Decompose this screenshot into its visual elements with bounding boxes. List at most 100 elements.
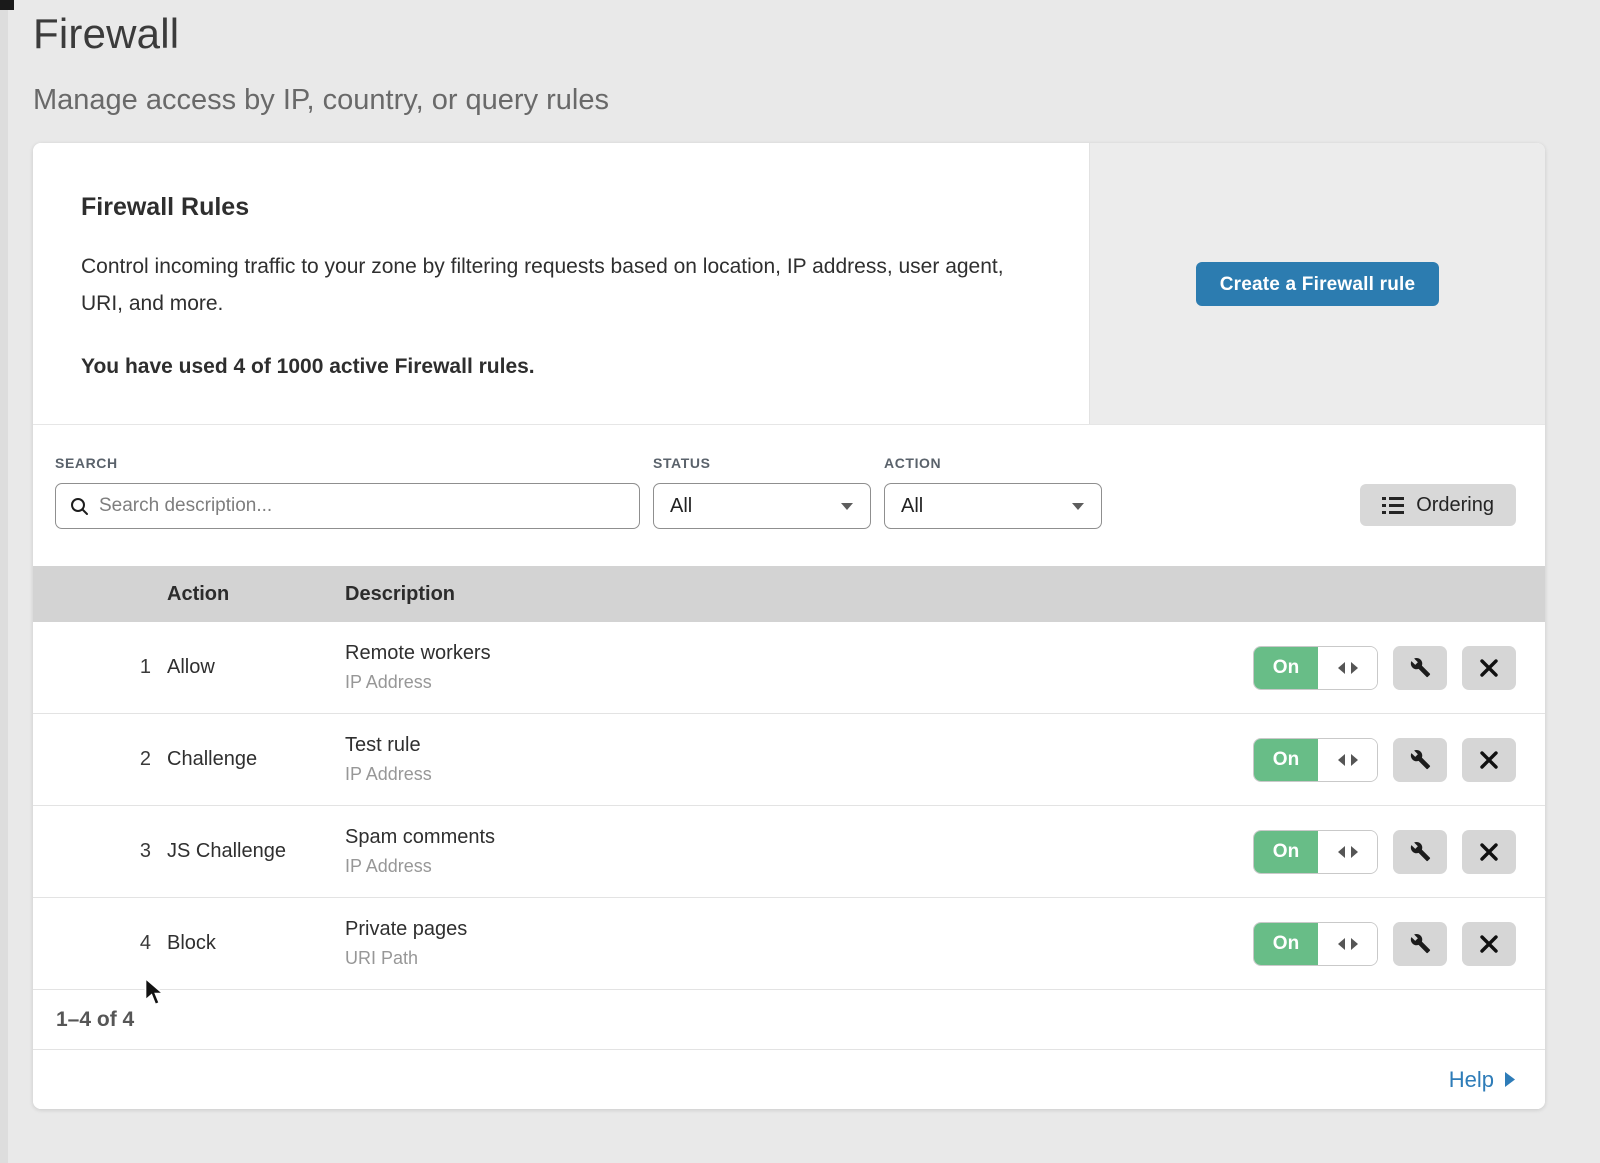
wrench-icon [1410,749,1431,770]
column-header-description: Description [345,583,1545,606]
rules-table-body: 1 Allow Remote workers IP Address On [33,622,1545,990]
left-right-arrows-icon [1337,846,1359,858]
column-header-action: Action [167,583,345,606]
rule-action: Allow [167,656,345,679]
rule-controls: On [1253,738,1545,782]
rule-priority: 4 [140,932,167,955]
create-firewall-rule-button[interactable]: Create a Firewall rule [1196,262,1440,306]
ordering-button-label: Ordering [1416,494,1494,517]
toggle-handle[interactable] [1318,647,1377,689]
table-row: 4 Block Private pages URI Path On [33,898,1545,990]
table-row: 2 Challenge Test rule IP Address On [33,714,1545,806]
action-filter-group: ACTION All [884,455,1102,529]
filter-bar: SEARCH STATUS All ACTION All [33,425,1545,566]
wrench-icon [1410,841,1431,862]
toggle-on-label[interactable]: On [1254,923,1318,965]
toggle-on-label[interactable]: On [1254,831,1318,873]
search-input[interactable] [99,495,625,517]
rule-description-title: Spam comments [345,826,1253,849]
search-icon [70,497,89,516]
edit-rule-button[interactable] [1393,738,1447,782]
mouse-cursor [143,977,167,1012]
left-right-arrows-icon [1337,662,1359,674]
rule-enabled-toggle[interactable]: On [1253,830,1378,874]
status-filter-group: STATUS All [653,455,871,529]
close-icon [1480,935,1498,953]
action-select[interactable]: All [884,483,1102,529]
rule-enabled-toggle[interactable]: On [1253,646,1378,690]
delete-rule-button[interactable] [1462,646,1516,690]
firewall-rules-card: Firewall Rules Control incoming traffic … [33,143,1545,1109]
toggle-on-label[interactable]: On [1254,647,1318,689]
left-right-arrows-icon [1337,938,1359,950]
rule-controls: On [1253,830,1545,874]
card-description: Control incoming traffic to your zone by… [81,248,1019,322]
rule-enabled-toggle[interactable]: On [1253,922,1378,966]
edit-rule-button[interactable] [1393,830,1447,874]
edit-rule-button[interactable] [1393,646,1447,690]
rule-description: Private pages URI Path [345,918,1253,969]
chevron-right-icon [1504,1072,1515,1087]
action-label: ACTION [884,455,1102,471]
status-select-value: All [670,495,692,518]
action-select-value: All [901,495,923,518]
rule-controls: On [1253,922,1545,966]
toggle-handle[interactable] [1318,739,1377,781]
rule-match-type: IP Address [345,856,1253,877]
rule-action: Challenge [167,748,345,771]
rule-priority: 1 [140,656,167,679]
wrench-icon [1410,657,1431,678]
chevron-down-icon [840,502,854,511]
rule-priority: 3 [140,840,167,863]
rule-action: JS Challenge [167,840,345,863]
window-edge [0,0,8,1163]
help-link[interactable]: Help [1449,1067,1515,1093]
pagination-row: 1–4 of 4 [33,990,1545,1050]
page-title: Firewall [33,10,1600,58]
rule-match-type: URI Path [345,948,1253,969]
toggle-handle[interactable] [1318,831,1377,873]
search-box[interactable] [55,483,640,529]
wrench-icon [1410,933,1431,954]
close-icon [1480,751,1498,769]
ordering-button[interactable]: Ordering [1360,484,1516,526]
edit-rule-button[interactable] [1393,922,1447,966]
rule-description: Remote workers IP Address [345,642,1253,693]
delete-rule-button[interactable] [1462,830,1516,874]
help-row: Help [33,1050,1545,1109]
info-panel: Firewall Rules Control incoming traffic … [33,143,1089,424]
create-rule-panel: Create a Firewall rule [1089,143,1545,424]
rule-enabled-toggle[interactable]: On [1253,738,1378,782]
page-subtitle: Manage access by IP, country, or query r… [33,84,1600,117]
status-label: STATUS [653,455,871,471]
window-corner [0,0,14,10]
rule-description-title: Remote workers [345,642,1253,665]
rule-description-title: Test rule [345,734,1253,757]
delete-rule-button[interactable] [1462,738,1516,782]
rule-action: Block [167,932,345,955]
help-link-label: Help [1449,1067,1494,1093]
toggle-on-label[interactable]: On [1254,739,1318,781]
usage-summary: You have used 4 of 1000 active Firewall … [81,355,1019,379]
rule-description-title: Private pages [345,918,1253,941]
delete-rule-button[interactable] [1462,922,1516,966]
rule-priority: 2 [140,748,167,771]
search-label: SEARCH [55,455,640,471]
ordered-list-icon [1382,497,1404,514]
info-section: Firewall Rules Control incoming traffic … [33,143,1545,425]
search-filter-group: SEARCH [55,455,640,529]
toggle-handle[interactable] [1318,923,1377,965]
chevron-down-icon [1071,502,1085,511]
table-header: Action Description [33,566,1545,622]
close-icon [1480,659,1498,677]
status-select[interactable]: All [653,483,871,529]
table-row: 3 JS Challenge Spam comments IP Address … [33,806,1545,898]
rule-description: Spam comments IP Address [345,826,1253,877]
page-header: Firewall Manage access by IP, country, o… [0,0,1600,117]
left-right-arrows-icon [1337,754,1359,766]
table-row: 1 Allow Remote workers IP Address On [33,622,1545,714]
close-icon [1480,843,1498,861]
rule-description: Test rule IP Address [345,734,1253,785]
rule-controls: On [1253,646,1545,690]
pagination-text: 1–4 of 4 [56,1008,134,1032]
